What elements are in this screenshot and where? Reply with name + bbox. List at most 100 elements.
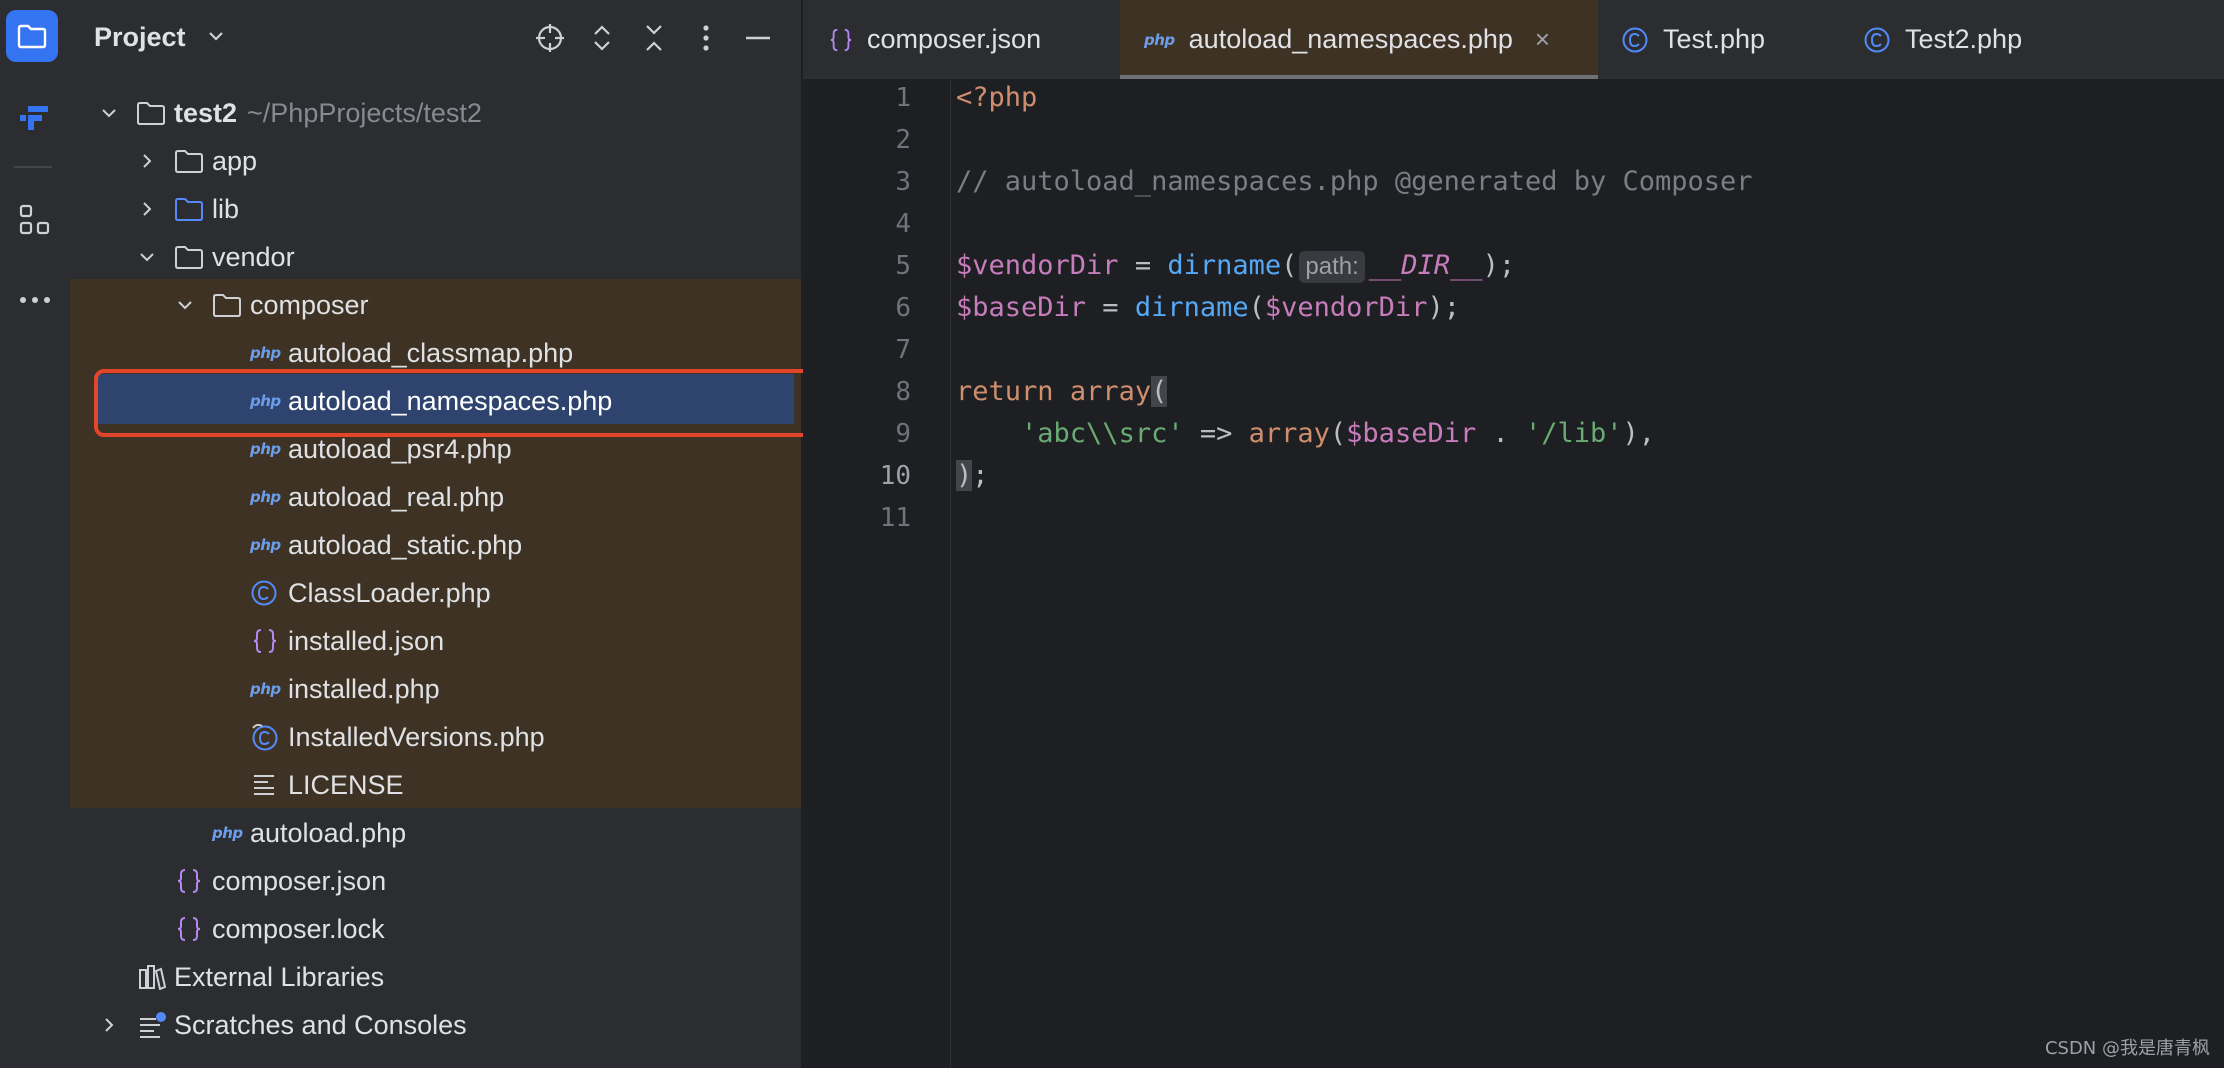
php-file-icon: php [250, 680, 281, 698]
php-file-icon: php [1144, 30, 1175, 49]
tree-item-root[interactable]: test2 ~/PhpProjects/test2 [70, 89, 801, 137]
line-number: 8 [895, 377, 911, 407]
tab-composer-json[interactable]: composer.json [829, 0, 1041, 79]
chevron-right-icon [143, 154, 152, 168]
code-line-9: 'abc\\src' => array($baseDir . '/lib'), [1021, 418, 1656, 449]
scratches-icon [140, 1012, 166, 1038]
structure-tool-button[interactable] [0, 192, 70, 248]
tab-label: Test.php [1663, 24, 1766, 54]
more-tools-button[interactable] [0, 272, 70, 328]
crosshair-icon [536, 24, 564, 52]
folder-icon [137, 102, 165, 125]
minimize-icon [746, 36, 770, 40]
code-line-3: // autoload_namespaces.php @generated by… [956, 166, 1753, 197]
root-label: test2 [174, 98, 238, 128]
file-label: LICENSE [288, 770, 404, 800]
hide-panel-button[interactable] [740, 20, 776, 56]
folder-icon [213, 294, 241, 317]
project-panel-header: Project [70, 0, 801, 80]
line-number: 2 [895, 125, 911, 155]
tree-item-classloader[interactable]: ClassLoader.php [70, 569, 801, 617]
chevron-down-icon [178, 301, 192, 310]
tree-item-composer[interactable]: composer [70, 281, 801, 329]
tree-item-license[interactable]: LICENSE [70, 761, 801, 809]
file-label: autoload_static.php [288, 530, 523, 560]
composer-tool-button[interactable] [0, 90, 70, 146]
vendor-label: vendor [212, 242, 295, 272]
tree-item-vendor-autoload[interactable]: php autoload.php [70, 809, 801, 857]
close-icon[interactable]: × [1535, 24, 1550, 55]
tree-item-composer-lock[interactable]: composer.lock [70, 905, 801, 953]
tree-item-composer-json[interactable]: composer.json [70, 857, 801, 905]
final-class-icon [252, 723, 278, 751]
file-label: composer.lock [212, 914, 385, 944]
library-icon [139, 965, 166, 990]
folder-icon [17, 24, 47, 49]
chevron-right-icon [143, 202, 152, 216]
app-label: app [212, 146, 258, 176]
root-path: ~/PhpProjects/test2 [247, 98, 482, 128]
code-line-10: ); [956, 460, 989, 491]
file-label: installed.php [288, 674, 440, 704]
file-label: autoload.php [250, 818, 407, 848]
file-label: ClassLoader.php [288, 578, 491, 608]
line-number: 3 [895, 167, 911, 197]
code-line-6: $baseDir = dirname($vendorDir); [956, 292, 1460, 323]
php-file-icon: php [250, 488, 281, 506]
project-tool-button[interactable] [6, 10, 58, 62]
lib-label: lib [212, 194, 240, 224]
code-editor[interactable]: 1 2 3 4 5 6 7 8 9 10 11 <?php // autoloa… [803, 80, 2224, 1068]
activity-bar [0, 0, 71, 1068]
locate-file-button[interactable] [532, 20, 568, 56]
source-folder-icon [175, 198, 203, 221]
line-number-gutter: 1 2 3 4 5 6 7 8 9 10 11 [803, 80, 951, 1068]
tree-item-installed-php[interactable]: php installed.php [70, 665, 801, 713]
parameter-hint: path: [1299, 251, 1365, 283]
line-number-current: 10 [879, 461, 911, 491]
class-icon [251, 580, 277, 606]
tree-item-vendor[interactable]: vendor [70, 233, 801, 281]
line-number: 7 [895, 335, 911, 365]
project-panel-title[interactable]: Project [94, 22, 186, 53]
collapse-all-button[interactable] [636, 20, 672, 56]
collapse-all-icon [646, 25, 662, 51]
tree-item-autoload-static[interactable]: php autoload_static.php [70, 521, 801, 569]
php-file-icon: php [250, 440, 281, 458]
tree-item-app[interactable]: app [70, 137, 801, 185]
tree-item-scratches[interactable]: Scratches and Consoles [70, 1001, 801, 1049]
json-icon [177, 869, 201, 893]
scratches-label: Scratches and Consoles [174, 1010, 467, 1040]
tree-item-external-libraries[interactable]: External Libraries [70, 953, 801, 1001]
code-line-5: $vendorDir = dirname(path: __DIR__); [956, 250, 1516, 283]
tree-item-autoload-real[interactable]: php autoload_real.php [70, 473, 801, 521]
line-number: 4 [895, 209, 911, 239]
tab-test-php[interactable]: Test.php [1621, 0, 1765, 79]
line-number: 5 [895, 251, 911, 281]
composer-folder-label: composer [250, 290, 369, 320]
chevron-right-icon [105, 1018, 114, 1032]
tree-item-lib[interactable]: lib [70, 185, 801, 233]
tree-item-installed-json[interactable]: installed.json [70, 617, 801, 665]
tab-test2-php[interactable]: Test2.php [1863, 0, 2022, 79]
vertical-dots-icon [703, 25, 709, 51]
code-line-1: <?php [956, 82, 1038, 113]
tab-autoload-namespaces[interactable]: php autoload_namespaces.php × [1120, 0, 1598, 79]
chevron-down-icon [102, 109, 116, 118]
php-file-icon: php [212, 824, 243, 842]
php-file-icon: php [250, 344, 281, 362]
text-file-icon [254, 775, 274, 795]
file-label: InstalledVersions.php [288, 722, 545, 752]
file-label: autoload_real.php [288, 482, 505, 512]
editor-tabs: composer.json php autoload_namespaces.ph… [803, 0, 2224, 80]
options-menu-button[interactable] [688, 20, 724, 56]
more-icon [20, 297, 50, 303]
chevron-down-icon[interactable] [206, 26, 226, 46]
expand-all-button[interactable] [584, 20, 620, 56]
tab-label: Test2.php [1905, 24, 2023, 54]
line-number: 1 [895, 83, 911, 113]
tab-label: composer.json [867, 24, 1042, 54]
composer-icon [20, 106, 48, 130]
expand-all-icon [594, 25, 610, 51]
tree-item-installed-versions[interactable]: InstalledVersions.php [70, 713, 801, 761]
tab-label: autoload_namespaces.php [1188, 24, 1513, 54]
